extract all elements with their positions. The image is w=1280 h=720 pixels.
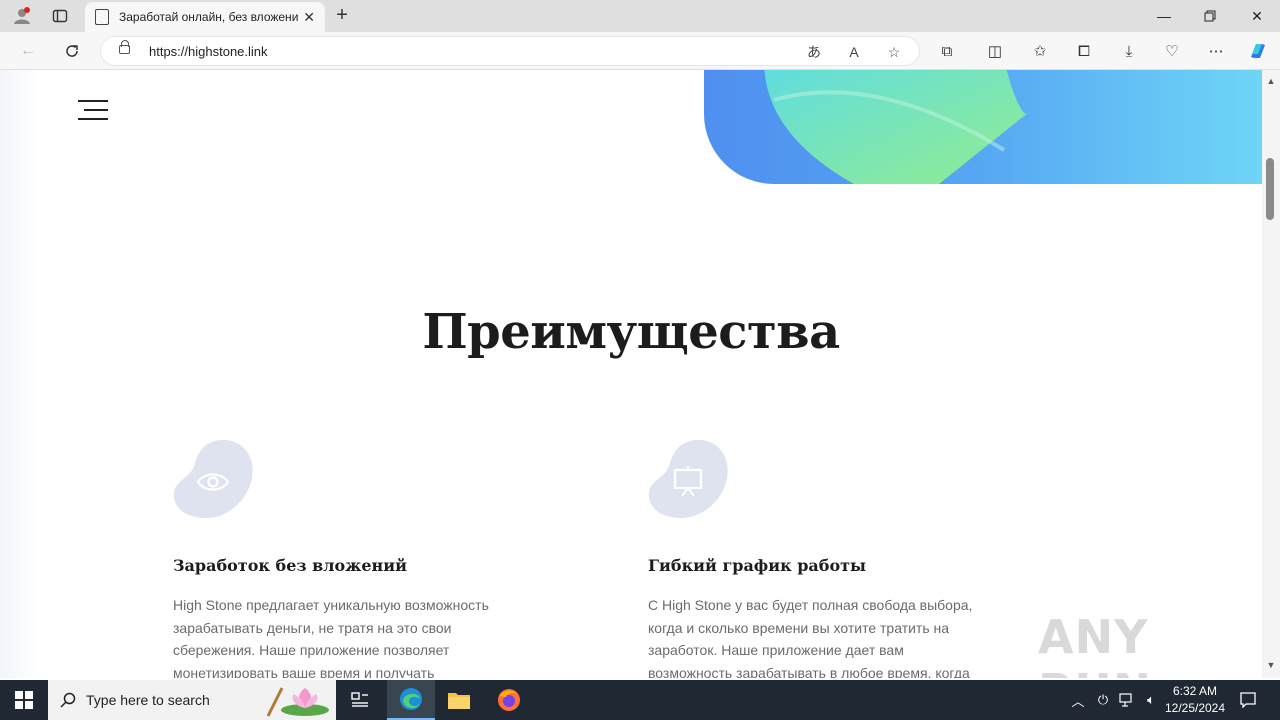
search-placeholder: Type here to search <box>86 692 210 708</box>
section-title: Преимущества <box>422 304 840 360</box>
network-icon[interactable] <box>1117 690 1137 710</box>
lotus-decoration-icon <box>266 687 329 717</box>
profile-icon[interactable] <box>8 4 36 28</box>
translate-icon[interactable]: あ <box>803 41 825 63</box>
puzzle-icon[interactable]: ⧉ <box>934 38 960 64</box>
scroll-up-icon[interactable]: ▲ <box>1266 76 1276 86</box>
taskbar-clock[interactable]: 6:32 AM 12/25/2024 <box>1160 683 1230 717</box>
minimize-icon[interactable]: — <box>1141 0 1187 32</box>
download-icon[interactable]: ⤓ <box>1116 38 1142 64</box>
tab-actions-icon[interactable] <box>46 4 74 28</box>
edge-browser-icon[interactable] <box>387 680 435 720</box>
task-view-icon[interactable] <box>336 680 384 720</box>
close-tab-icon[interactable]: ✕ <box>303 9 315 26</box>
scroll-thumb[interactable] <box>1266 158 1274 220</box>
performance-icon[interactable]: ♡ <box>1159 38 1185 64</box>
browser-tab-bar: Заработай онлайн, без вложени ✕ + — ✕ <box>0 0 1280 32</box>
volume-icon[interactable]: 🔈︎ <box>1141 690 1161 710</box>
lock-icon[interactable] <box>119 40 130 54</box>
hero-decorative-shape <box>704 70 1262 184</box>
page-favicon-icon <box>95 9 109 25</box>
clock-time: 6:32 AM <box>1172 684 1218 698</box>
active-tab[interactable]: Заработай онлайн, без вложени ✕ <box>85 2 325 32</box>
copilot-icon[interactable] <box>1245 38 1271 64</box>
clock-date: 12/25/2024 <box>1164 701 1226 715</box>
windows-start-icon[interactable] <box>0 680 48 720</box>
watermark-logo: ANY RUN <box>1038 610 1151 678</box>
menu-hamburger-icon[interactable] <box>78 98 108 124</box>
feature-text: High Stone предлагает уникальную возможн… <box>173 597 489 678</box>
split-screen-icon[interactable]: ◫ <box>982 38 1008 64</box>
feature-text: С High Stone у вас будет полная свобода … <box>648 597 973 678</box>
taskbar-search-box[interactable]: Type here to search <box>48 680 336 720</box>
close-window-icon[interactable]: ✕ <box>1234 0 1280 32</box>
page-scrollbar[interactable]: ▲ ▼ <box>1262 70 1280 678</box>
url-field[interactable]: https://highstone.link あ A ☆ <box>100 36 920 66</box>
page-viewport: Преимущества Заработок без вложений High… <box>0 70 1262 678</box>
file-explorer-icon[interactable] <box>435 680 483 720</box>
url-text: https://highstone.link <box>149 44 268 59</box>
favorites-icon[interactable]: ✩ <box>1027 38 1053 64</box>
back-icon[interactable]: ← <box>14 38 42 64</box>
feature-title: Гибкий график работы <box>648 556 867 575</box>
scroll-down-icon[interactable]: ▼ <box>1266 660 1276 670</box>
new-tab-button[interactable]: + <box>330 4 354 28</box>
tab-title: Заработай онлайн, без вложени <box>119 10 299 24</box>
windows-taskbar: Type here to search ︿ ⏻ 🔈︎ 6:32 AM 12/25… <box>0 680 1280 720</box>
firefox-icon[interactable] <box>485 680 533 720</box>
presentation-icon <box>647 438 729 520</box>
notifications-icon[interactable] <box>1238 690 1258 710</box>
left-edge-shade <box>0 70 40 678</box>
read-aloud-icon[interactable]: A <box>843 41 865 63</box>
tray-chevron-icon[interactable]: ︿ <box>1068 690 1088 710</box>
feature-title: Заработок без вложений <box>173 556 407 575</box>
search-icon <box>60 692 76 708</box>
restore-icon[interactable] <box>1187 0 1233 32</box>
address-bar-row: ← https://highstone.link あ A ☆ ⧉ ◫ ✩ ⧠ ⤓… <box>0 32 1280 70</box>
collections-icon[interactable]: ⧠ <box>1071 38 1097 64</box>
more-icon[interactable]: ⋯ <box>1203 38 1229 64</box>
tray-device-icon[interactable]: ⏻ <box>1093 690 1113 710</box>
eye-icon <box>172 438 254 520</box>
refresh-icon[interactable] <box>58 38 86 64</box>
star-icon[interactable]: ☆ <box>883 41 905 63</box>
